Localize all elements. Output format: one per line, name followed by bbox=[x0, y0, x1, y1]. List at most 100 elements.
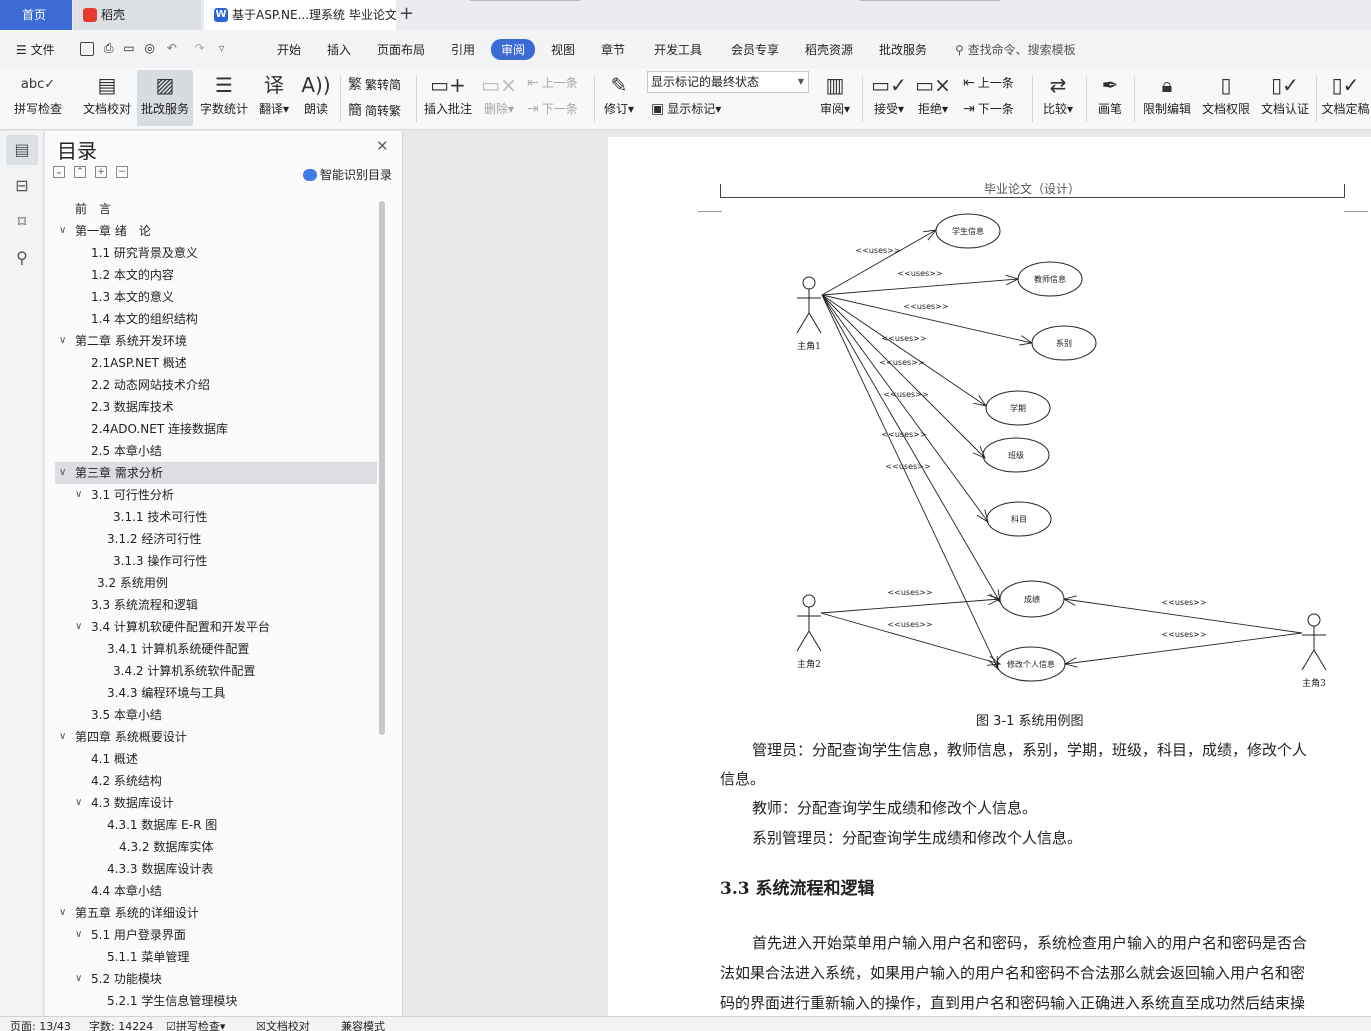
toc-item[interactable]: ∨ 5.2 功能模块 bbox=[55, 968, 377, 990]
delete-comment-button[interactable]: ▭× 删除▾ bbox=[480, 70, 518, 126]
next-change-button[interactable]: ⇥ 下一条 bbox=[963, 100, 1014, 117]
print-preview-icon[interactable]: ◎ bbox=[144, 41, 154, 55]
tab-document[interactable]: W 基于ASP.NE...理系统 毕业论文 bbox=[204, 0, 396, 30]
review-service-button[interactable]: ▨ 批改服务 bbox=[137, 70, 193, 126]
chevron-down-icon[interactable]: ∨ bbox=[59, 726, 66, 748]
document-page[interactable]: 毕业论文（设计） 学生信息 教师信息 系别 学期 班级 科目 成绩 修改个人信息 主角1 主角2 主… bbox=[608, 137, 1371, 1016]
close-icon[interactable]: ✕ bbox=[376, 137, 389, 155]
tab-home[interactable]: 首页 bbox=[0, 0, 72, 30]
toc-item[interactable]: 2.4ADO.NET 连接数据库 bbox=[55, 418, 377, 440]
chevron-down-icon[interactable]: ∨ bbox=[75, 484, 82, 506]
toc-item[interactable]: 4.3.1 数据库 E-R 图 bbox=[55, 814, 377, 836]
export-pdf-icon[interactable]: ⎙ bbox=[104, 41, 114, 55]
toc-item[interactable]: 3.4.3 编程环境与工具 bbox=[55, 682, 377, 704]
toc-item[interactable]: 3.1.3 操作可行性 bbox=[55, 550, 377, 572]
toc-item[interactable]: ∨ 第二章 系统开发环境 bbox=[55, 330, 377, 352]
new-tab-button[interactable]: + bbox=[399, 3, 414, 24]
menu-references[interactable]: 引用 bbox=[451, 41, 475, 58]
menu-review-service[interactable]: 批改服务 bbox=[879, 41, 927, 58]
accept-button[interactable]: ▭✓ 接受▾ bbox=[870, 70, 908, 126]
toc-item[interactable]: 3.5 本章小结 bbox=[55, 704, 377, 726]
toc-item[interactable]: 4.4 本章小结 bbox=[55, 880, 377, 902]
next-comment-button[interactable]: ⇥ 下一条 bbox=[527, 100, 578, 117]
toc-item[interactable]: 3.2 系统用例 bbox=[55, 572, 377, 594]
chevron-down-icon[interactable]: ∨ bbox=[59, 220, 66, 242]
word-count-indicator[interactable]: 字数: 14224 bbox=[89, 1018, 153, 1031]
toc-item[interactable]: 1.2 本文的内容 bbox=[55, 264, 377, 286]
menu-layout[interactable]: 页面布局 bbox=[377, 41, 425, 58]
chevron-down-icon[interactable]: ∨ bbox=[75, 968, 82, 990]
toc-item[interactable]: 4.3.3 数据库设计表 bbox=[55, 858, 377, 880]
toc-item[interactable]: ∨ 第一章 绪 论 bbox=[55, 220, 377, 242]
prev-change-button[interactable]: ⇤ 上一条 bbox=[963, 74, 1014, 91]
track-changes-button[interactable]: ✎ 修订▾ bbox=[600, 70, 638, 126]
menu-devtools[interactable]: 开发工具 bbox=[654, 41, 702, 58]
toc-item[interactable]: ∨ 第四章 系统概要设计 bbox=[55, 726, 377, 748]
print-icon[interactable]: ▭ bbox=[123, 41, 134, 55]
toc-item[interactable]: ∨ 第三章 需求分析 bbox=[55, 462, 377, 484]
restrict-edit-button[interactable]: 🔒︎ 限制编辑 bbox=[1140, 70, 1194, 126]
toc-item[interactable]: 1.1 研究背景及意义 bbox=[55, 242, 377, 264]
toc-item[interactable]: ∨ 5.1 用户登录界面 bbox=[55, 924, 377, 946]
menu-view[interactable]: 视图 bbox=[551, 41, 575, 58]
menu-chapter[interactable]: 章节 bbox=[601, 41, 625, 58]
bookmark-icon[interactable]: ⌑ bbox=[6, 207, 38, 237]
word-count-button[interactable]: ☰ 字数统计 bbox=[198, 70, 250, 126]
chevron-down-icon[interactable]: ∨ bbox=[75, 616, 82, 638]
spell-check-button[interactable]: abc✓ 拼写检查 bbox=[10, 70, 66, 126]
remove-heading-icon[interactable]: − bbox=[116, 166, 128, 178]
compare-button[interactable]: ⇄ 比较▾ bbox=[1038, 70, 1078, 126]
trad-to-simp-button[interactable]: 繁繁转简 bbox=[348, 74, 401, 94]
find-icon[interactable]: ⚲ bbox=[6, 243, 38, 273]
toc-item[interactable]: 2.5 本章小结 bbox=[55, 440, 377, 462]
translate-button[interactable]: 译 翻译▾ bbox=[256, 70, 292, 126]
toc-item[interactable]: ∨ 3.1 可行性分析 bbox=[55, 484, 377, 506]
chevron-down-icon[interactable]: ∨ bbox=[59, 462, 66, 484]
toc-item[interactable]: 1.3 本文的意义 bbox=[55, 286, 377, 308]
toc-item[interactable]: 3.4.1 计算机系统硬件配置 bbox=[55, 638, 377, 660]
tab-daoke[interactable]: 稻壳 bbox=[73, 0, 201, 30]
toc-item[interactable]: 5.1.1 菜单管理 bbox=[55, 946, 377, 968]
doc-finalize-button[interactable]: ▯✓ 文档定稿 bbox=[1320, 70, 1371, 126]
read-aloud-button[interactable]: A)) 朗读 bbox=[298, 70, 334, 126]
save-icon[interactable] bbox=[80, 41, 94, 56]
toc-item[interactable]: 前 言 bbox=[55, 198, 377, 220]
toc-item[interactable]: 3.1.2 经济可行性 bbox=[55, 528, 377, 550]
chapter-nav-icon[interactable]: ⊟ bbox=[6, 171, 38, 201]
file-menu[interactable]: ☰ 文件 bbox=[16, 41, 55, 58]
toc-item[interactable]: 2.1ASP.NET 概述 bbox=[55, 352, 377, 374]
expand-up-icon[interactable]: ⌃ bbox=[74, 166, 86, 178]
toc-item[interactable]: 3.3 系统流程和逻辑 bbox=[55, 594, 377, 616]
add-heading-icon[interactable]: + bbox=[95, 166, 107, 178]
simp-to-trad-button[interactable]: 簡简转繁 bbox=[348, 100, 401, 120]
pen-button[interactable]: ✒ 画笔 bbox=[1092, 70, 1128, 126]
toc-item[interactable]: 1.4 本文的组织结构 bbox=[55, 308, 377, 330]
toc-item[interactable]: 4.1 概述 bbox=[55, 748, 377, 770]
toc-item[interactable]: 4.2 系统结构 bbox=[55, 770, 377, 792]
redo-icon[interactable]: ↷ bbox=[195, 41, 205, 55]
doc-permission-button[interactable]: ▯ 文档权限 bbox=[1199, 70, 1253, 126]
toc-item[interactable]: 3.4.2 计算机系统软件配置 bbox=[55, 660, 377, 682]
chevron-down-icon[interactable]: ∨ bbox=[75, 792, 82, 814]
menu-review[interactable]: 审阅 bbox=[491, 39, 536, 60]
toc-item[interactable]: 3.1.1 技术可行性 bbox=[55, 506, 377, 528]
toc-item[interactable]: ∨ 第五章 系统的详细设计 bbox=[55, 902, 377, 924]
menu-daoke-resources[interactable]: 稻壳资源 bbox=[805, 41, 853, 58]
prev-comment-button[interactable]: ⇤ 上一条 bbox=[527, 74, 578, 91]
command-search[interactable]: ⚲ 查找命令、搜索模板 bbox=[955, 41, 1076, 58]
undo-icon[interactable]: ↶ bbox=[167, 41, 177, 55]
toc-scrollbar[interactable] bbox=[379, 201, 385, 735]
chevron-down-icon[interactable]: ∨ bbox=[59, 902, 66, 924]
toc-item[interactable]: 2.3 数据库技术 bbox=[55, 396, 377, 418]
chevron-down-icon[interactable]: ∨ bbox=[59, 330, 66, 352]
doc-proof-status[interactable]: ☒文档校对 bbox=[256, 1018, 310, 1031]
toc-item[interactable]: 4.3.2 数据库实体 bbox=[55, 836, 377, 858]
review-pane-button[interactable]: ▥ 审阅▾ bbox=[816, 70, 854, 126]
insert-comment-button[interactable]: ▭+ 插入批注 bbox=[422, 70, 474, 126]
reject-button[interactable]: ▭× 拒绝▾ bbox=[914, 70, 952, 126]
smart-toc-button[interactable]: 智能识别目录 bbox=[303, 166, 392, 183]
toc-item[interactable]: 2.2 动态网站技术介绍 bbox=[55, 374, 377, 396]
toc-item[interactable]: ∨ 3.4 计算机软硬件配置和开发平台 bbox=[55, 616, 377, 638]
menu-insert[interactable]: 插入 bbox=[327, 41, 351, 58]
toc-item[interactable]: ∨ 4.3 数据库设计 bbox=[55, 792, 377, 814]
